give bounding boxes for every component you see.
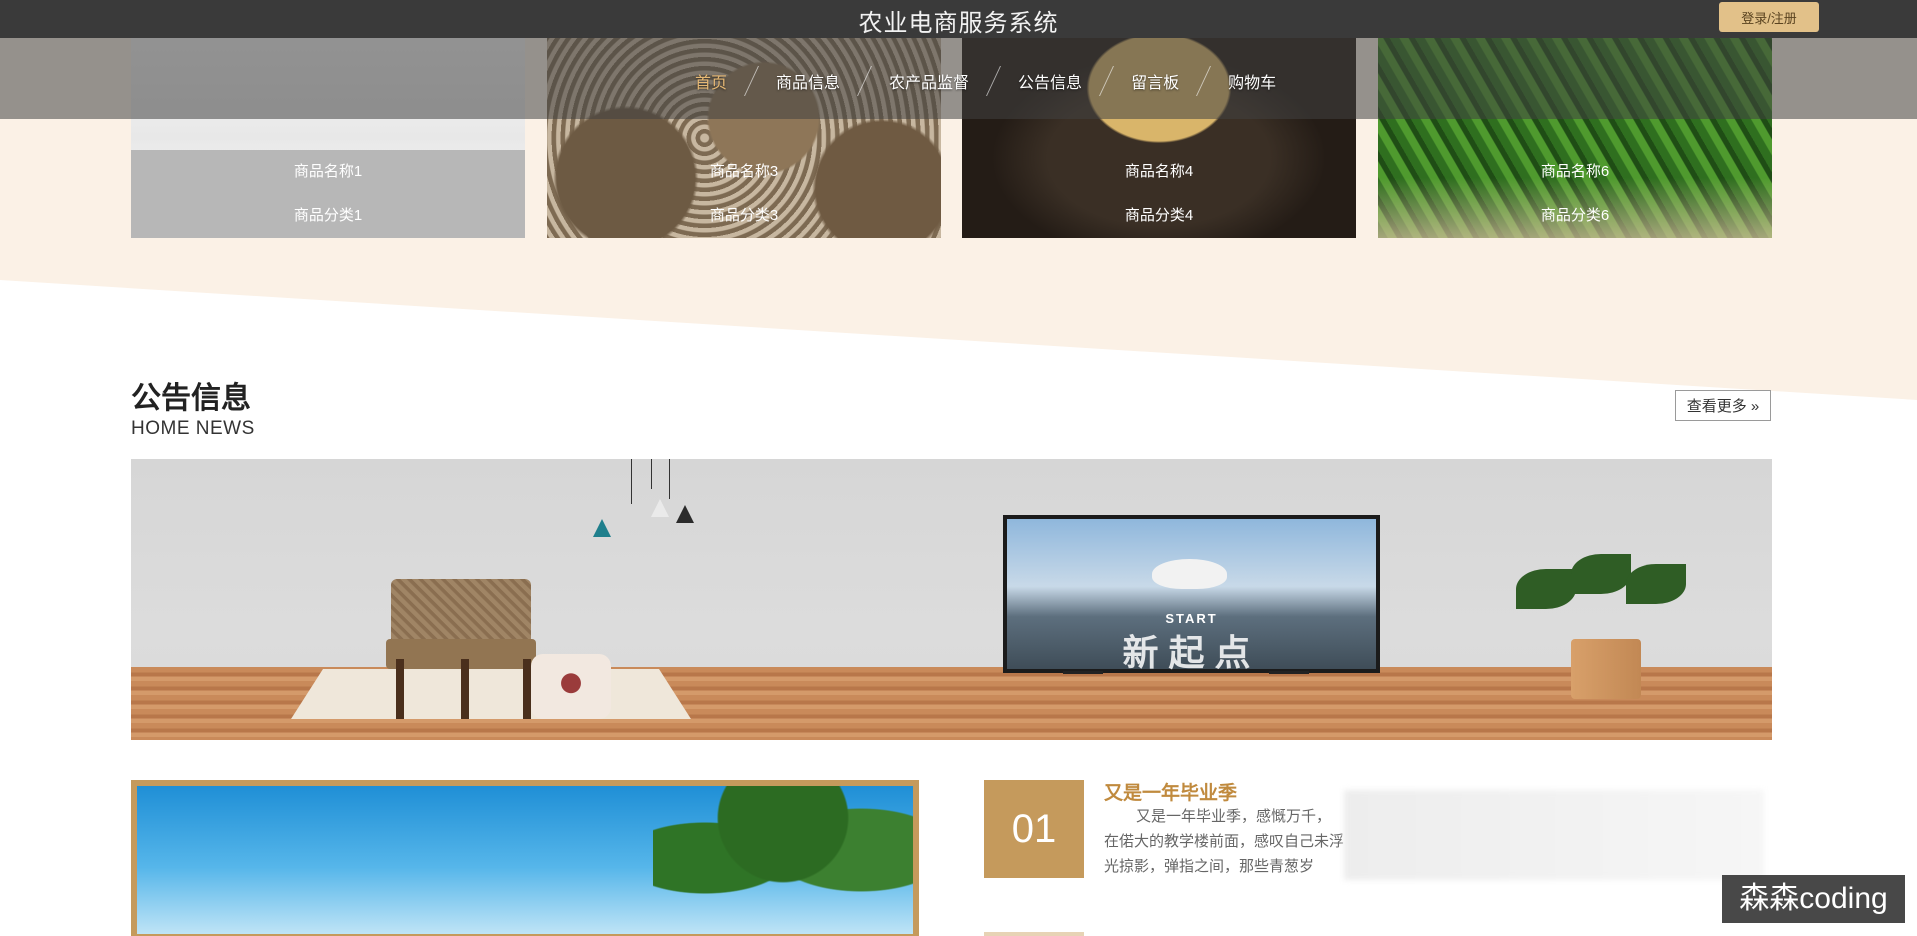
- nav-item-announcements[interactable]: 公告信息: [1008, 69, 1092, 93]
- lamp-icon: [651, 499, 669, 517]
- product-name: 商品名称6: [1540, 163, 1610, 180]
- palm-tree: [653, 786, 913, 934]
- plant-pot: [1571, 639, 1641, 699]
- product-name: 商品名称1: [293, 163, 363, 180]
- product-category: 商品分类6: [1540, 207, 1610, 224]
- nav-separator: [1196, 66, 1212, 96]
- site-title: 农业电商服务系统: [858, 10, 1059, 37]
- plant-leaf: [1626, 564, 1686, 604]
- view-more-button[interactable]: 查看更多 »: [1675, 390, 1771, 421]
- tv: START 新起点: [1003, 515, 1380, 673]
- lamp-wire: [631, 459, 632, 504]
- nav-item-cart[interactable]: 购物车: [1218, 69, 1286, 93]
- section-title: 公告信息: [131, 382, 251, 415]
- section-subtitle: HOME NEWS: [131, 418, 255, 439]
- news-title[interactable]: 又是一年毕业季: [1104, 778, 1237, 805]
- lamp-icon: [593, 519, 611, 537]
- product-name: 商品名称4: [1124, 163, 1194, 180]
- product-caption: 商品名称6 商品分类6: [1378, 150, 1772, 238]
- lamp-wire: [651, 459, 652, 489]
- nav-separator: [744, 66, 760, 96]
- nav-items: 首页 商品信息 农产品监督 公告信息 留言板 购物车: [685, 66, 1286, 96]
- nav-separator: [857, 66, 873, 96]
- login-register-button[interactable]: 登录/注册: [1719, 2, 1819, 32]
- plant-leaf: [1571, 554, 1631, 594]
- nav-item-home[interactable]: 首页: [685, 69, 737, 93]
- plant-leaf: [1516, 569, 1576, 609]
- chair-leg: [461, 659, 469, 719]
- news-image[interactable]: [131, 780, 919, 936]
- top-bar: 农业电商服务系统 登录/注册: [0, 0, 1917, 38]
- news-number: 01: [984, 780, 1084, 878]
- watermark: 森森coding: [1722, 875, 1905, 923]
- lamp-icon: [676, 505, 694, 523]
- rug: [291, 669, 691, 719]
- product-caption: 商品名称1 商品分类1: [131, 150, 525, 238]
- product-name: 商品名称3: [709, 163, 779, 180]
- tv-stand: [1269, 671, 1309, 674]
- news-number-next: [984, 932, 1084, 936]
- nav-item-messages[interactable]: 留言板: [1121, 69, 1189, 93]
- pillow: [531, 654, 611, 719]
- lamp-wire: [669, 459, 670, 499]
- nav-item-products[interactable]: 商品信息: [766, 69, 850, 93]
- nav-separator: [986, 66, 1002, 96]
- product-category: 商品分类1: [293, 207, 363, 224]
- tv-screen: START 新起点: [1007, 519, 1376, 673]
- chair-leg: [523, 659, 531, 719]
- nav-item-supervision[interactable]: 农产品监督: [879, 69, 979, 93]
- main-nav: 首页 商品信息 农产品监督 公告信息 留言板 购物车: [0, 38, 1917, 119]
- tv-slogan: 新起点: [1122, 632, 1261, 673]
- airplane-icon: [1152, 559, 1227, 589]
- product-category: 商品分类3: [709, 207, 779, 224]
- news-banner: START 新起点: [131, 459, 1772, 740]
- blurred-content: [1344, 790, 1764, 880]
- nav-separator: [1099, 66, 1115, 96]
- tv-stand: [1063, 671, 1103, 674]
- product-category: 商品分类4: [1124, 207, 1194, 224]
- chair-leg: [396, 659, 404, 719]
- news-body: 又是一年毕业季，感慨万千，在偌大的教学楼前面，感叹自己未浮光掠影，弹指之间，那些…: [1104, 808, 1344, 875]
- product-caption: 商品名称4 商品分类4: [962, 150, 1356, 238]
- product-caption: 商品名称3 商品分类3: [547, 150, 941, 238]
